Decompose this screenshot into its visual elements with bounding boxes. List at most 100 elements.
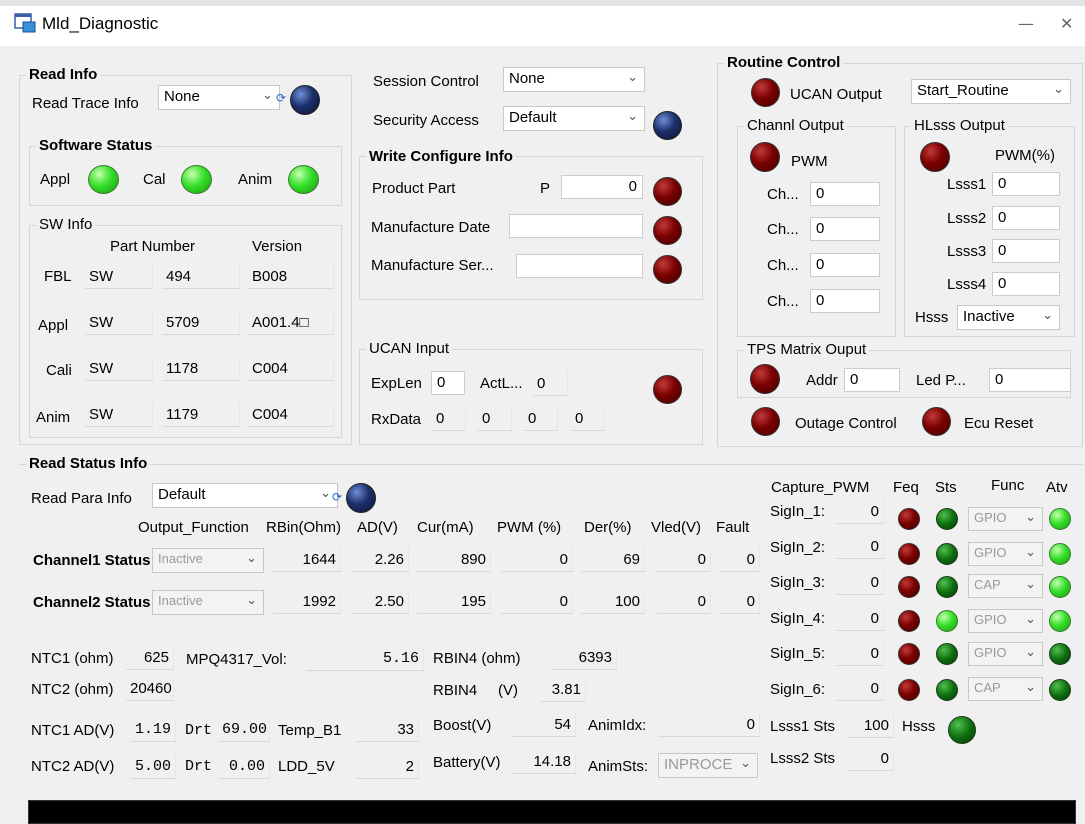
column-header: RBin(Ohm) <box>266 519 342 536</box>
sigin-sts-indicator <box>936 610 958 632</box>
product-part-prefix: P <box>540 180 551 197</box>
channel-input[interactable]: 0 <box>810 182 880 206</box>
console-output[interactable] <box>28 800 1076 824</box>
sigin-value: 0 <box>836 677 884 701</box>
app-icon <box>14 13 36 33</box>
manufacture-date-input[interactable] <box>509 214 643 238</box>
lsss-input[interactable]: 0 <box>992 239 1060 263</box>
ntc1-ohm-label: NTC1 (ohm) <box>31 650 114 667</box>
animsts-label: AnimSts: <box>588 758 649 775</box>
ucan-input-button[interactable] <box>653 375 682 404</box>
ntc2-ohm-label: NTC2 (ohm) <box>31 681 114 698</box>
sigin-func-select[interactable]: CAP ⌄ <box>968 574 1043 598</box>
manufacture-serial-label: Manufacture Ser... <box>371 257 494 274</box>
tps-matrix-button[interactable] <box>750 364 780 394</box>
animidx-label: AnimIdx: <box>588 717 647 734</box>
sw-version: B008 <box>248 265 334 289</box>
sigin-func-select[interactable]: GPIO ⌄ <box>968 609 1043 633</box>
channel-input[interactable]: 0 <box>810 253 880 277</box>
read-trace-select[interactable]: None ⌄ <box>158 85 280 110</box>
chevron-down-icon: ⌄ <box>320 486 331 501</box>
sw-part-number: 494 <box>162 265 240 289</box>
channel2-fault: 0 <box>720 590 760 614</box>
ecu-reset-label: Ecu Reset <box>964 415 1034 432</box>
sigin-feq-indicator <box>898 508 920 530</box>
anim-status-label: Anim <box>238 171 273 188</box>
ucan-output-button[interactable] <box>751 78 780 107</box>
outage-control-button[interactable] <box>751 407 780 436</box>
explen-input[interactable]: 0 <box>431 371 465 395</box>
channel2-der: 100 <box>581 590 645 614</box>
sigin-sts-indicator <box>936 643 958 665</box>
sw-version: C004 <box>248 403 334 427</box>
product-part-write-button[interactable] <box>653 177 682 206</box>
channel2-status-label: Channel2 Status <box>33 594 151 611</box>
sigin-label: SigIn_4: <box>770 610 826 627</box>
rxdata-byte: 0 <box>432 407 466 431</box>
feq-header: Feq <box>893 479 919 496</box>
lsss-input[interactable]: 0 <box>992 206 1060 230</box>
channel1-function-select[interactable]: Inactive ⌄ <box>152 548 264 573</box>
channel-output-title: Channl Output <box>744 117 847 134</box>
column-header: Fault <box>716 519 750 536</box>
manufacture-date-write-button[interactable] <box>653 216 682 245</box>
sw-info-title: SW Info <box>36 216 96 233</box>
drt2-label: Drt <box>185 758 213 775</box>
sigin-atv-indicator <box>1049 508 1071 530</box>
chevron-down-icon: ⌄ <box>1042 308 1053 323</box>
mpq-value: 5.16 <box>306 647 424 671</box>
rbin4-v-value: 3.81 <box>541 678 586 702</box>
sigin-label: SigIn_3: <box>770 574 826 591</box>
atv-header: Atv <box>1046 479 1068 496</box>
manufacture-serial-input[interactable] <box>516 254 643 278</box>
hsss-select[interactable]: Inactive ⌄ <box>957 305 1060 330</box>
ucan-input-title: UCAN Input <box>366 340 453 357</box>
led-p-input[interactable]: 0 <box>989 368 1071 392</box>
channel-output-button[interactable] <box>750 142 780 172</box>
session-control-select[interactable]: None ⌄ <box>503 67 645 92</box>
channel-input[interactable]: 0 <box>810 289 880 313</box>
manufacture-serial-write-button[interactable] <box>653 255 682 284</box>
sigin-func-select[interactable]: GPIO ⌄ <box>968 542 1043 566</box>
sw-row-label: Anim <box>36 409 71 426</box>
minimize-icon[interactable]: — <box>1018 14 1034 33</box>
channel1-vled: 0 <box>657 548 711 572</box>
appl-status-label: Appl <box>40 171 71 188</box>
sigin-func-select[interactable]: GPIO ⌄ <box>968 507 1043 531</box>
security-access-select[interactable]: Default ⌄ <box>503 106 645 131</box>
sw-prefix: SW <box>85 403 153 427</box>
product-part-input[interactable]: 0 <box>561 175 643 199</box>
rbin4-v-label: RBIN4 (V) <box>433 682 519 699</box>
channel-input[interactable]: 0 <box>810 217 880 241</box>
read-para-select[interactable]: Default ⌄ <box>152 483 338 508</box>
ecu-reset-button[interactable] <box>922 407 951 436</box>
sigin-sts-indicator <box>936 543 958 565</box>
close-icon[interactable]: ✕ <box>1060 14 1073 33</box>
chevron-down-icon: ⌄ <box>246 593 257 608</box>
chevron-down-icon: ⌄ <box>246 551 257 566</box>
addr-label: Addr <box>806 372 838 389</box>
hlsss-output-button[interactable] <box>920 142 950 172</box>
lsss-label: Lsss1 <box>947 176 987 193</box>
channel2-function-select[interactable]: Inactive ⌄ <box>152 590 264 615</box>
refresh-icon[interactable]: ⟳ <box>332 490 342 504</box>
channel-pwm-label: PWM <box>791 153 828 170</box>
channel-label: Ch... <box>767 186 799 203</box>
drt1-value: 69.00 <box>218 718 270 742</box>
lsss-input[interactable]: 0 <box>992 272 1060 296</box>
sigin-sts-indicator <box>936 576 958 598</box>
chevron-down-icon: ⌄ <box>627 70 638 85</box>
lsss-input[interactable]: 0 <box>992 172 1060 196</box>
sigin-func-select[interactable]: GPIO ⌄ <box>968 642 1043 666</box>
sigin-atv-indicator <box>1049 610 1071 632</box>
refresh-icon[interactable]: ⟳ <box>276 91 286 105</box>
addr-input[interactable]: 0 <box>844 368 900 392</box>
title-bar: Mld_Diagnostic — ✕ <box>0 0 1085 46</box>
sigin-func-select[interactable]: CAP ⌄ <box>968 677 1043 701</box>
hlsss-output-title: HLsss Output <box>911 117 1008 134</box>
chevron-down-icon: ⌄ <box>262 88 273 103</box>
version-header: Version <box>252 238 303 255</box>
animsts-select[interactable]: INPROCE ⌄ <box>658 753 758 778</box>
routine-select[interactable]: Start_Routine ⌄ <box>911 79 1071 104</box>
window-title: Mld_Diagnostic <box>42 14 159 33</box>
